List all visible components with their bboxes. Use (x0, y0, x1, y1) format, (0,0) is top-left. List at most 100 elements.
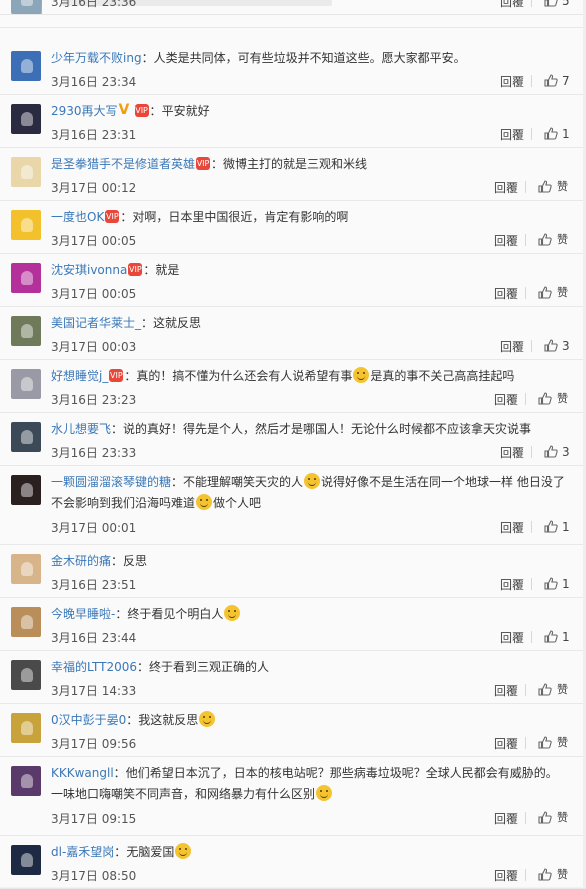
avatar-silhouette (21, 0, 33, 6)
divider (531, 631, 532, 643)
comment-body: 平安就好 (161, 104, 210, 118)
avatar[interactable] (11, 51, 41, 81)
avatar[interactable] (11, 660, 41, 690)
reply-link[interactable]: 回覆 (494, 179, 518, 196)
like-button[interactable]: 1 (544, 520, 584, 534)
comment-item: 2930再大写 V VIP ：平安就好 3月16日 23:31 回覆 1 (0, 94, 586, 147)
vip-badge-icon: VIP (196, 157, 211, 170)
avatar-silhouette (21, 853, 33, 867)
reply-link[interactable]: 回覆 (500, 0, 524, 10)
reply-link[interactable]: 回覆 (500, 126, 524, 143)
reply-link[interactable]: 回覆 (494, 867, 518, 884)
avatar[interactable] (11, 157, 41, 187)
comment-item: 美国记者华莱士_：这就反思 3月17日 00:03 回覆 3 (0, 306, 586, 359)
reply-link[interactable]: 回覆 (494, 810, 518, 827)
avatar[interactable] (11, 316, 41, 346)
like-count: 赞 (557, 811, 568, 824)
like-count: 3 (562, 445, 570, 459)
comment-username[interactable]: dl-嘉禾望岗 (51, 845, 114, 859)
like-button[interactable]: 3 (544, 445, 584, 459)
like-button[interactable]: 赞 (538, 683, 578, 697)
divider (531, 128, 532, 140)
comment-username[interactable]: 幸福的LTT2006 (51, 660, 137, 674)
like-button[interactable]: 赞 (538, 868, 578, 882)
reply-link[interactable]: 回覆 (494, 391, 518, 408)
like-button[interactable]: 赞 (538, 286, 578, 300)
comment-username[interactable]: KKKwangll (51, 766, 114, 780)
reply-link[interactable]: 回覆 (500, 576, 524, 593)
comment-username[interactable]: 金木研的痛 (51, 554, 111, 568)
divider (525, 181, 526, 193)
comment-item: dl-嘉禾望岗：无脑爱国 3月17日 08:50 回覆 赞 (0, 835, 586, 888)
vip-badge-label: VIP (105, 210, 120, 223)
comment-time: 3月16日 23:31 (51, 128, 137, 142)
comment-username[interactable]: 美国记者华莱士_ (51, 316, 141, 330)
reply-link[interactable]: 回覆 (500, 338, 524, 355)
like-count: 赞 (557, 868, 568, 881)
reply-link[interactable]: 回覆 (494, 232, 518, 249)
like-button[interactable]: 3 (544, 339, 584, 353)
avatar[interactable] (11, 369, 41, 399)
like-button[interactable]: 1 (544, 577, 584, 591)
avatar[interactable] (11, 263, 41, 293)
emoji-icon (175, 843, 192, 859)
reply-link[interactable]: 回覆 (500, 444, 524, 461)
like-button[interactable]: 1 (544, 630, 584, 644)
reply-link[interactable]: 回覆 (494, 682, 518, 699)
crown-icon: V (118, 102, 133, 118)
comment-username[interactable]: 水儿想要飞 (51, 422, 111, 436)
reply-link[interactable]: 回覆 (494, 735, 518, 752)
avatar[interactable] (11, 845, 41, 875)
comment-time: 3月17日 09:56 (51, 737, 137, 751)
avatar[interactable] (11, 607, 41, 637)
reply-link[interactable]: 回覆 (500, 519, 524, 536)
like-button[interactable]: 赞 (538, 736, 578, 750)
comment-item: 一颗圆溜溜滚琴键的糖：不能理解嘲笑天灾的人 说得好像不是生活在同一个地球一样 他日… (0, 465, 586, 544)
comment-username[interactable]: 一度也OK (51, 210, 104, 224)
comment-username[interactable]: 少年万载不败ing (51, 51, 142, 65)
comment-body: 人类是共同体，可有些垃圾并不知道这些。愿大家都平安。 (153, 51, 466, 65)
divider (525, 393, 526, 405)
crown-glyph: V (118, 102, 130, 118)
comment-username[interactable]: 2930再大写 (51, 104, 118, 118)
comment-body: 反思 (123, 554, 148, 568)
avatar-silhouette (21, 615, 33, 629)
like-button[interactable]: 赞 (538, 811, 578, 825)
avatar[interactable] (11, 210, 41, 240)
comment-text: 一颗圆溜溜滚琴键的糖：不能理解嘲笑天灾的人 说得好像不是生活在同一个地球一样 他日… (51, 473, 565, 510)
avatar[interactable] (11, 475, 41, 505)
reply-link[interactable]: 回覆 (494, 285, 518, 302)
divider (525, 684, 526, 696)
comment-username[interactable]: 沈安琪ivonna (51, 263, 127, 277)
comment-text: 0汉中彭于晏0：我这就反思 (51, 710, 566, 731)
like-button[interactable]: 7 (544, 74, 584, 88)
comment-item: 幸福的LTT2006：终于看到三观正确的人 3月17日 14:33 回覆 赞 (0, 650, 586, 703)
avatar-silhouette (21, 377, 33, 391)
comment-text: 2930再大写 V VIP ：平安就好 (51, 102, 210, 118)
like-button[interactable]: 赞 (538, 180, 578, 194)
reply-link[interactable]: 回覆 (500, 73, 524, 90)
comment-username[interactable]: 0汉中彭于晏0 (51, 713, 126, 727)
comment-text: 沈安琪ivonna VIP ：就是 (51, 263, 180, 277)
like-button[interactable]: 1 (544, 127, 584, 141)
comment-text: 少年万载不败ing：人类是共同体，可有些垃圾并不知道这些。愿大家都平安。 (51, 51, 466, 65)
comment-username[interactable]: 一颗圆溜溜滚琴键的糖 (51, 475, 171, 489)
like-button[interactable]: 赞 (538, 233, 578, 247)
comment-text: 幸福的LTT2006：终于看到三观正确的人 (51, 660, 270, 674)
comment-item: KKKwangll：他们希望日本沉了，日本的核电站呢？那些病毒垃圾呢？全球人民都… (0, 756, 586, 835)
avatar[interactable] (11, 104, 41, 134)
comment-text: 金木研的痛：反思 (51, 554, 148, 568)
avatar[interactable] (11, 766, 41, 796)
comment-username[interactable]: 今晚早睡啦- (51, 607, 115, 621)
avatar[interactable] (11, 0, 41, 14)
divider (531, 446, 532, 458)
like-count: 赞 (557, 392, 568, 405)
avatar[interactable] (11, 713, 41, 743)
avatar[interactable] (11, 422, 41, 452)
comment-username[interactable]: 是圣拳猎手不是修道者英雄 (51, 157, 195, 171)
avatar[interactable] (11, 554, 41, 584)
reply-link[interactable]: 回覆 (500, 629, 524, 646)
like-button[interactable]: 5 (544, 0, 584, 8)
like-button[interactable]: 赞 (538, 392, 578, 406)
comment-username[interactable]: 好想睡觉j_ (51, 369, 108, 383)
